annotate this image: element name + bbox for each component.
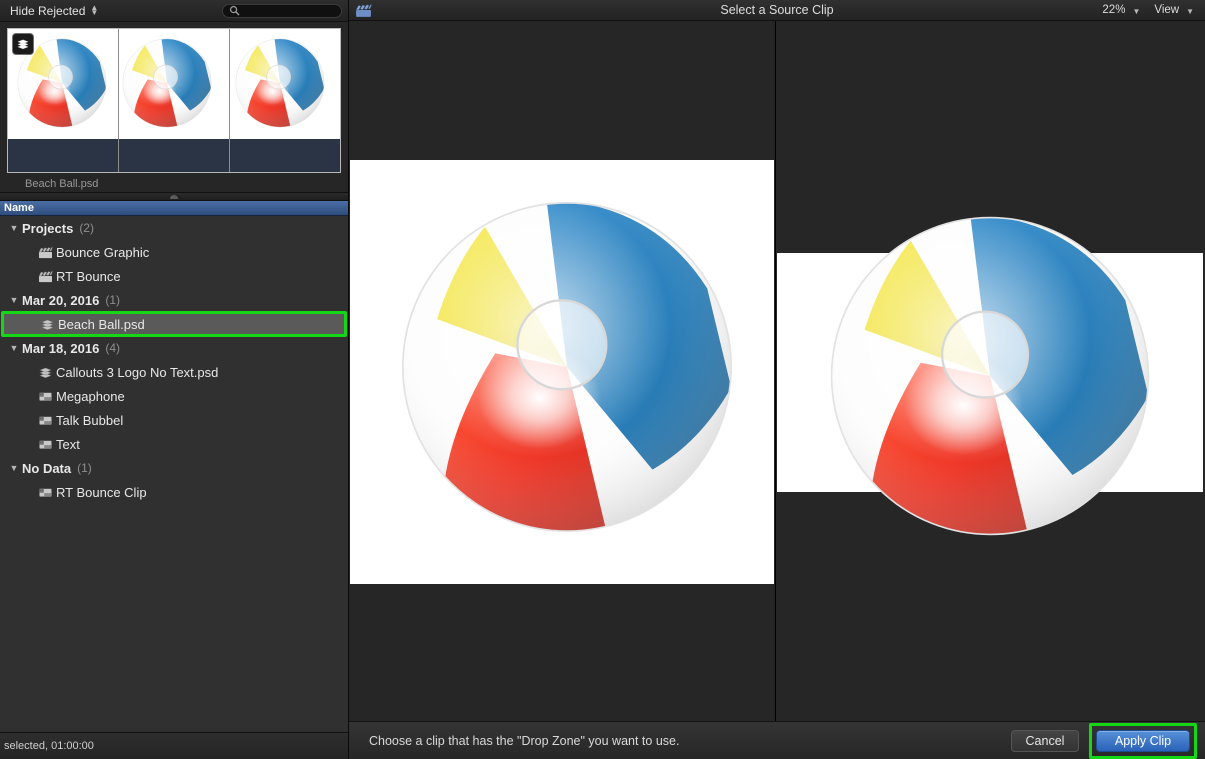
list-item-row[interactable]: RT Bounce — [0, 264, 348, 288]
list-item-label: RT Bounce Clip — [56, 484, 147, 500]
title-clip-icon — [34, 486, 56, 499]
list-group-row[interactable]: ▼ Mar 18, 2016 (4) — [0, 336, 348, 360]
preview-canvas — [777, 253, 1203, 492]
list-item-row[interactable]: RT Bounce Clip — [0, 480, 348, 504]
preview-viewer[interactable] — [776, 21, 1205, 721]
disclosure-triangle-icon[interactable]: ▼ — [6, 463, 22, 473]
clip-list[interactable]: ▼ Projects (2) Bounce Graphic RT Bounce ▼ Mar … — [0, 216, 348, 732]
clapperboard-icon — [34, 270, 56, 283]
viewer-area — [349, 21, 1205, 721]
search-input[interactable] — [222, 3, 342, 18]
hide-rejected-popup[interactable]: Hide Rejected ▲ ▼ — [6, 3, 102, 19]
list-group-row[interactable]: ▼ No Data (1) — [0, 456, 348, 480]
splitter-dimple-icon — [170, 194, 178, 199]
view-menu-label: View — [1154, 4, 1180, 16]
beach-ball-thumbnail — [121, 37, 213, 129]
chevron-down-icon: ▼ — [1186, 6, 1194, 16]
title-clip-icon — [34, 438, 56, 451]
apply-clip-highlight: Apply Clip — [1089, 722, 1197, 759]
browser-status-text: selected, 01:00:00 — [4, 740, 94, 752]
source-canvas — [350, 160, 774, 584]
list-item-label: Bounce Graphic — [56, 244, 150, 260]
chevron-down-icon: ▼ — [1132, 6, 1141, 16]
list-item-count: (2) — [79, 221, 94, 235]
beach-ball-thumbnail — [234, 37, 326, 129]
list-item-row[interactable]: Talk Bubbel — [0, 408, 348, 432]
list-column-header[interactable]: Name — [0, 201, 348, 216]
disclosure-triangle-icon[interactable]: ▼ — [6, 295, 22, 305]
list-item-row[interactable]: Text — [0, 432, 348, 456]
list-item-count: (1) — [77, 461, 92, 475]
title-clip-icon — [34, 390, 56, 403]
search-icon — [229, 5, 240, 16]
layered-psd-icon — [36, 318, 58, 331]
list-item-label: Callouts 3 Logo No Text.psd — [56, 364, 219, 380]
list-item-count: (1) — [105, 293, 121, 307]
list-item-label: Beach Ball.psd — [58, 316, 145, 332]
browser-status-bar: selected, 01:00:00 — [0, 732, 348, 759]
title-clip-icon — [34, 414, 56, 427]
filmstrip[interactable] — [7, 28, 341, 173]
view-menu-popup[interactable]: View ▼ — [1149, 4, 1199, 16]
list-item-row[interactable]: Beach Ball.psd — [1, 311, 347, 337]
hide-rejected-label: Hide Rejected — [10, 3, 86, 18]
viewer-toolbar: Select a Source Clip 22% ▼ View ▼ — [349, 0, 1205, 21]
list-group-row[interactable]: ▼ Mar 20, 2016 (1) — [0, 288, 348, 312]
list-item-label: Talk Bubbel — [56, 412, 124, 428]
disclosure-triangle-icon[interactable]: ▼ — [6, 343, 22, 353]
source-viewer[interactable] — [349, 21, 776, 721]
application-window: Hide Rejected ▲ ▼ Beach Ball.psd Name ▼ … — [0, 0, 1205, 759]
list-item-label: RT Bounce — [56, 268, 121, 284]
list-item-label: Text — [56, 436, 80, 452]
browser-pane: Hide Rejected ▲ ▼ Beach Ball.psd Name ▼ … — [0, 0, 349, 759]
instruction-message: Choose a clip that has the "Drop Zone" y… — [369, 733, 680, 748]
list-item-label: Projects — [22, 220, 74, 236]
list-item-label: Megaphone — [56, 388, 125, 404]
pane-splitter[interactable] — [0, 192, 348, 201]
list-item-label: Mar 20, 2016 — [22, 292, 100, 308]
list-item-row[interactable]: Bounce Graphic — [0, 240, 348, 264]
list-item-label: No Data — [22, 460, 72, 476]
apply-clip-button[interactable]: Apply Clip — [1096, 729, 1190, 752]
list-group-row[interactable]: ▼ Projects (2) — [0, 216, 348, 240]
filmstrip-frame[interactable] — [230, 29, 340, 172]
zoom-level-value: 22% — [1102, 4, 1126, 16]
filmstrip-area: Beach Ball.psd — [0, 22, 348, 192]
dialog-bottom-bar: Choose a clip that has the "Drop Zone" y… — [349, 721, 1205, 759]
filmstrip-frame[interactable] — [119, 29, 230, 172]
column-header-name: Name — [4, 202, 34, 214]
disclosure-triangle-icon[interactable]: ▼ — [6, 223, 22, 233]
filmstrip-clip-name: Beach Ball.psd — [25, 178, 99, 190]
clapperboard-icon[interactable] — [355, 3, 372, 18]
beach-ball-image — [825, 211, 1155, 541]
layered-psd-icon — [12, 33, 34, 55]
list-item-row[interactable]: Callouts 3 Logo No Text.psd — [0, 360, 348, 384]
up-down-stepper-icon: ▲ ▼ — [90, 2, 99, 17]
viewer-pane: Select a Source Clip 22% ▼ View ▼ Choose… — [349, 0, 1205, 759]
list-item-label: Mar 18, 2016 — [22, 340, 100, 356]
list-item-count: (4) — [105, 341, 121, 355]
cancel-button[interactable]: Cancel — [1011, 729, 1079, 752]
viewer-title: Select a Source Clip — [720, 3, 834, 17]
beach-ball-image — [396, 196, 738, 538]
list-item-row[interactable]: Megaphone — [0, 384, 348, 408]
layered-psd-icon — [34, 366, 56, 379]
zoom-level-popup[interactable]: 22% ▼ — [1097, 4, 1145, 16]
browser-toolbar: Hide Rejected ▲ ▼ — [0, 0, 348, 22]
clapperboard-icon — [34, 246, 56, 259]
